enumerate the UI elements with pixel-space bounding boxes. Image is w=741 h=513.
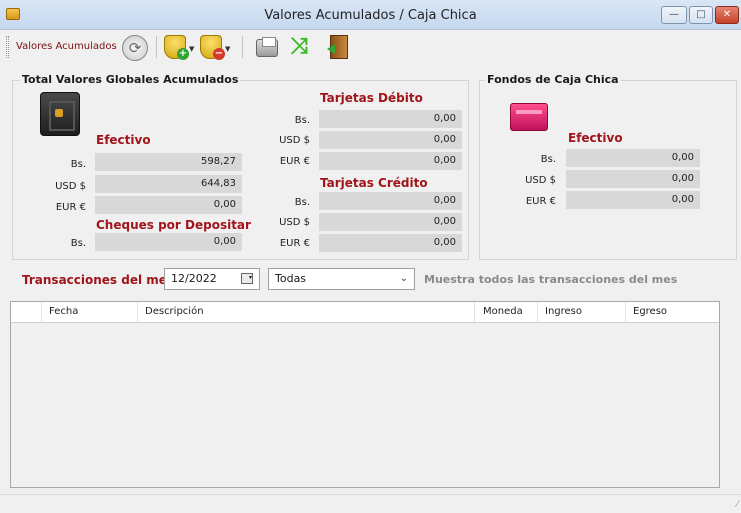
efectivo-usd-value: 644,83 [95,175,242,193]
add-coins-icon[interactable]: + [164,35,189,60]
column-separator [474,302,475,322]
caja-bs-label: Bs. [540,154,556,165]
column-separator [41,302,42,322]
toolbar-grip[interactable] [6,36,9,58]
cheques-bs-label: Bs. [70,238,86,249]
caja-eur-value: 0,00 [566,191,700,209]
debito-eur-label: EUR € [279,156,310,167]
exit-icon[interactable] [327,35,348,59]
caja-eur-label: EUR € [525,196,556,207]
column-descripcion[interactable]: Descripción [145,306,204,317]
debito-title: Tarjetas Débito [320,91,423,105]
debito-usd-label: USD $ [279,135,310,146]
transactions-label: Transacciones del mes [22,273,175,287]
efectivo-bs-label: Bs. [70,159,86,170]
toolbar-separator [156,36,157,58]
credito-usd-label: USD $ [279,217,310,228]
credito-eur-label: EUR € [279,238,310,249]
maximize-button[interactable]: □ [689,6,713,24]
column-ingreso[interactable]: Ingreso [545,306,582,317]
remove-coins-dropdown-icon[interactable]: ▼ [225,45,230,53]
efectivo-eur-value: 0,00 [95,196,242,214]
caja-usd-value: 0,00 [566,170,700,188]
caja-chica-title: Fondos de Caja Chica [485,73,621,86]
debito-eur-value: 0,00 [319,152,462,170]
filter-hint: Muestra todos las transacciones del mes [424,273,678,286]
global-values-title: Total Valores Globales Acumulados [20,73,241,86]
calendar-icon[interactable]: ▾ [241,273,253,284]
month-picker[interactable]: 12/2022 ▾ [164,268,260,290]
safe-icon [40,92,80,136]
transaction-type-value: Todas [275,272,307,285]
column-egreso[interactable]: Egreso [633,306,667,317]
credito-eur-value: 0,00 [319,234,462,252]
print-icon[interactable] [256,37,278,57]
transactions-grid[interactable]: Fecha Descripción Moneda Ingreso Egreso [10,301,720,488]
efectivo-usd-label: USD $ [55,181,86,192]
transaction-type-select[interactable]: Todas ⌄ [268,268,415,290]
column-separator [625,302,626,322]
cash-box-icon [510,103,548,131]
credito-bs-value: 0,00 [319,192,462,210]
title-bar: Valores Acumulados / Caja Chica — □ ✕ [0,0,741,30]
refresh-icon[interactable]: ⟳ [122,35,148,61]
credito-usd-value: 0,00 [319,213,462,231]
column-separator [537,302,538,322]
add-coins-dropdown-icon[interactable]: ▼ [189,45,194,53]
window-title: Valores Acumulados / Caja Chica [264,8,477,23]
caja-efectivo-title: Efectivo [568,131,623,145]
caja-usd-label: USD $ [525,175,556,186]
toolbar-label: Valores Acumulados [16,41,117,52]
cheques-bs-value: 0,00 [95,233,242,251]
minimize-button[interactable]: — [661,6,687,24]
debito-bs-label: Bs. [294,115,310,126]
grid-header: Fecha Descripción Moneda Ingreso Egreso [11,302,719,323]
debito-usd-value: 0,00 [319,131,462,149]
cheques-title: Cheques por Depositar [96,218,251,232]
efectivo-eur-label: EUR € [55,202,86,213]
column-moneda[interactable]: Moneda [483,306,523,317]
resize-grip-icon[interactable]: ⁄ [736,500,738,510]
column-fecha[interactable]: Fecha [49,306,78,317]
shuffle-icon[interactable]: ⤨ [288,35,310,59]
efectivo-title: Efectivo [96,133,151,147]
efectivo-bs-value: 598,27 [95,153,242,171]
month-value: 12/2022 [171,272,217,285]
credito-title: Tarjetas Crédito [320,176,428,190]
debito-bs-value: 0,00 [319,110,462,128]
column-separator [137,302,138,322]
chevron-down-icon[interactable]: ⌄ [400,269,408,289]
credito-bs-label: Bs. [294,197,310,208]
toolbar: Valores Acumulados ⟳ + ▼ − ▼ ⤨ [0,31,741,63]
toolbar-separator [242,36,243,58]
status-bar: ⁄ [0,494,741,513]
remove-coins-icon[interactable]: − [200,35,225,60]
close-button[interactable]: ✕ [715,6,739,24]
caja-bs-value: 0,00 [566,149,700,167]
